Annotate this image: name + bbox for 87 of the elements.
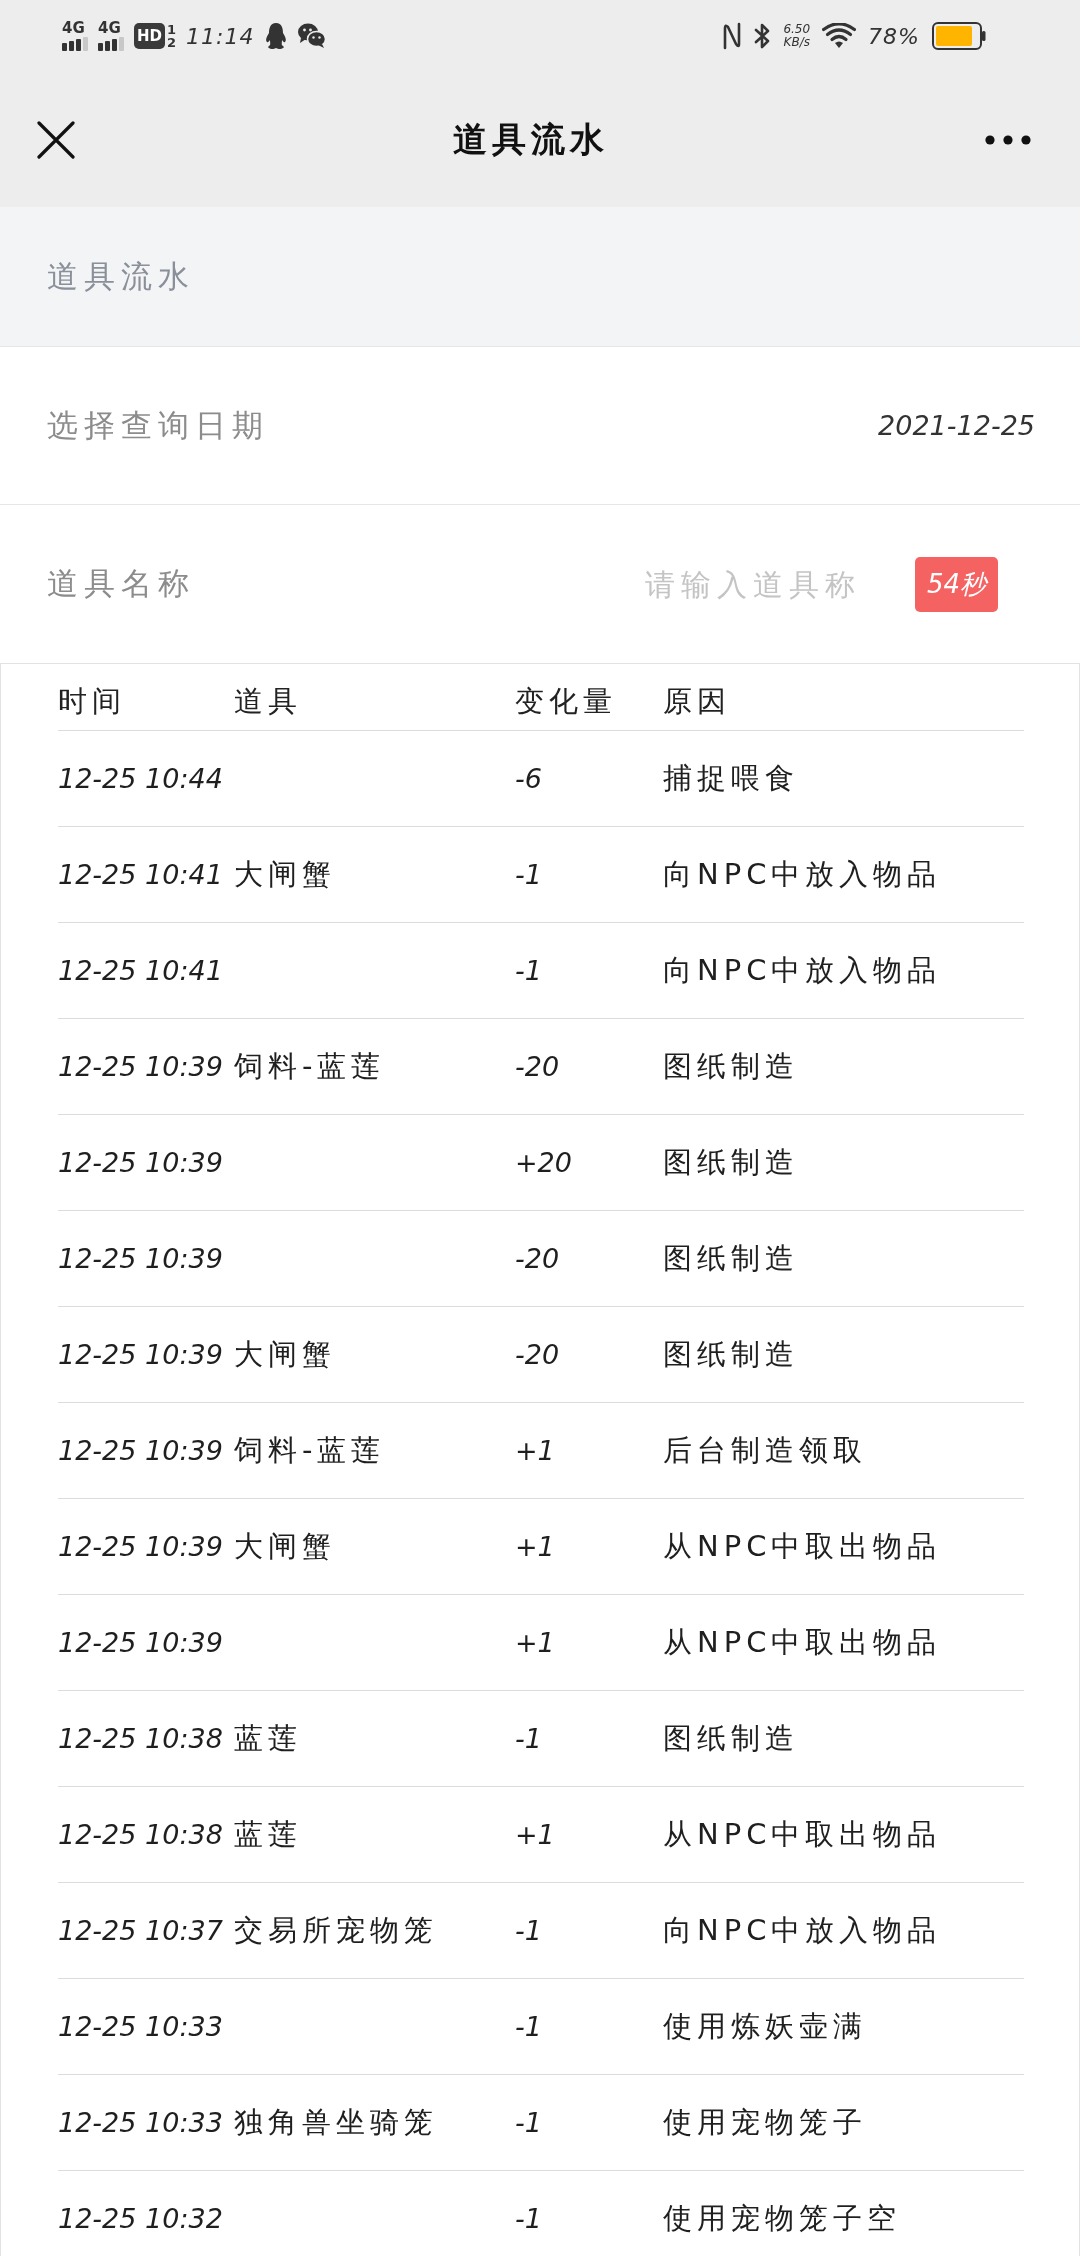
reason-cell-text: 图纸制造 [663,1335,799,1373]
reason-cell-text: 图纸制造 [663,1239,799,1277]
reason-cell-text: 从NPC中取出物品 [663,1527,942,1565]
battery-icon [932,22,986,50]
reason-cell-text: 使用宠物笼子 [663,2103,867,2141]
input-field[interactable]: 请输入道具称 [195,559,863,609]
change-cell: -20 [515,1051,560,1082]
time-cell: 12-25 10:41 [58,955,223,986]
item-cell-text: 蓝莲 [234,1815,302,1853]
change-cell: -20 [515,1243,560,1274]
time-cell: 12-25 10:39 [58,1051,223,1082]
hd-indicator: HD [134,23,165,49]
reason-cell-text: 图纸制造 [663,1143,799,1181]
time-cell: 12-25 10:39 [58,1435,223,1466]
time-cell: 12-25 10:44 [58,763,223,794]
column-header: 道具 [234,683,302,720]
reason-cell-text: 捕捉喂食 [663,759,799,797]
reason-cell-text: 向NPC中放入物品 [663,951,942,989]
sim-number-label: 1 [167,23,177,36]
time-cell: 12-25 10:39 [58,1627,223,1658]
more-icon [985,134,1031,145]
item-cell-text: 饲料-蓝莲 [234,1431,386,1469]
item-cell-text: 饲料-蓝莲 [234,1047,386,1085]
change-cell: +20 [515,1147,572,1178]
network-speed-unit: KB/s [783,36,810,49]
signal-bars-icon [62,37,88,51]
item-cell-text: 大闸蟹 [234,1527,336,1565]
change-cell: +1 [515,1435,555,1466]
time-cell: 12-25 10:39 [58,1339,223,1370]
page-title: 道具流水 [453,117,609,161]
change-cell: -20 [515,1339,560,1370]
change-cell: +1 [515,1627,555,1658]
time-cell: 12-25 10:39 [58,1147,223,1178]
time-cell: 12-25 10:38 [58,1819,223,1850]
reason-cell-text: 图纸制造 [663,1719,799,1757]
reason-cell-text: 使用宠物笼子空 [663,2199,901,2237]
time-cell: 12-25 10:33 [58,2011,223,2042]
reason-cell-text: 从NPC中取出物品 [663,1815,942,1853]
column-header: 时间 [58,683,126,720]
field-label: 选择查询日期 [47,405,269,445]
change-cell: -1 [515,859,542,890]
close-icon [37,120,75,159]
network-type-label: 4G [62,21,85,36]
column-header: 变化量 [515,683,617,720]
reason-cell-text: 使用炼妖壶满 [663,2007,867,2045]
change-cell: -1 [515,2011,542,2042]
reason-cell-text: 后台制造领取 [663,1431,867,1469]
bluetooth-icon [754,22,772,50]
time-cell: 12-25 10:37 [58,1915,223,1946]
battery-percent: 78% [868,23,920,49]
reason-cell-text: 图纸制造 [663,1047,799,1085]
network-type-label: 4G [98,21,121,36]
time-cell: 12-25 10:33 [58,2107,223,2138]
change-cell: -1 [515,2203,542,2234]
time-cell: 12-25 10:39 [58,1531,223,1562]
item-cell-text: 蓝莲 [234,1719,302,1757]
change-cell: +1 [515,1819,555,1850]
change-cell: -1 [515,955,542,986]
nfc-icon [722,22,743,50]
time-cell: 12-25 10:41 [58,859,223,890]
reason-cell-text: 向NPC中放入物品 [663,1911,942,1949]
penguin-icon [264,22,289,50]
network-speed-value: 6.50 [783,23,811,36]
item-cell-text: 独角兽坐骑笼 [234,2103,438,2141]
date-picker-value[interactable]: 2021-12-25 [878,410,1035,441]
time-cell: 12-25 10:38 [58,1723,223,1754]
time-cell: 12-25 10:39 [58,1243,223,1274]
countdown-badge: 54秒 [914,556,998,612]
signal-bars-icon [98,37,124,51]
field-label: 道具名称 [47,564,195,603]
item-cell-text: 大闸蟹 [234,855,336,893]
reason-cell-text: 向NPC中放入物品 [663,855,942,893]
reason-cell-text: 从NPC中取出物品 [663,1623,942,1661]
column-header: 原因 [663,683,731,720]
item-cell-text: 交易所宠物笼 [234,1911,438,1949]
item-cell-text: 大闸蟹 [234,1335,336,1373]
change-cell: -6 [515,763,542,794]
change-cell: -1 [515,1723,542,1754]
sim-number-label: 2 [167,36,177,49]
change-cell: -1 [515,2107,542,2138]
time-cell: 12-25 10:32 [58,2203,223,2234]
change-cell: -1 [515,1915,542,1946]
wifi-icon [822,23,857,49]
section-title: 道具流水 [47,256,195,296]
status-time: 11:14 [186,23,255,49]
change-cell: +1 [515,1531,555,1562]
chat-bubbles-icon [298,23,327,49]
